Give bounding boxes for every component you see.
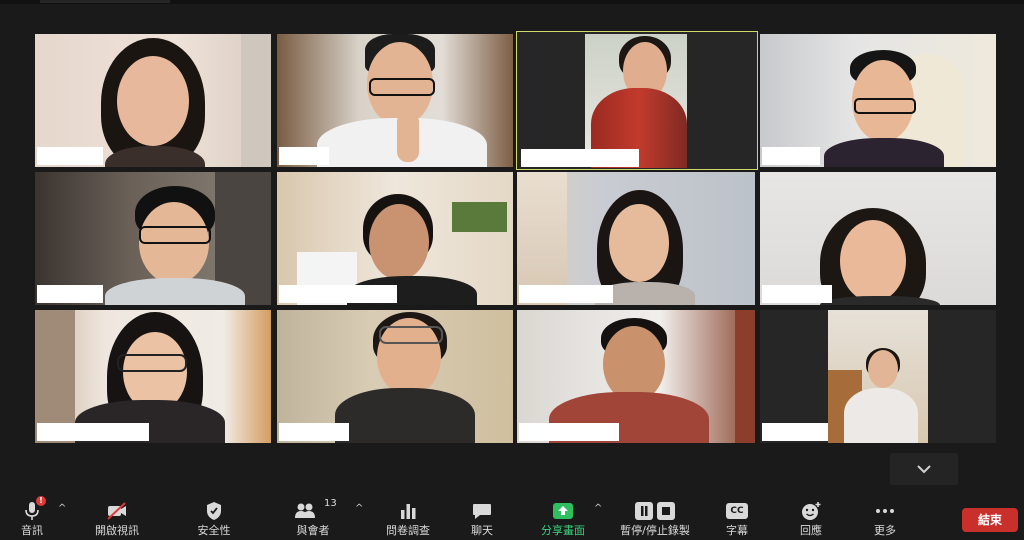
- ellipsis-icon: [876, 509, 894, 513]
- share-label: 分享畫面: [541, 524, 585, 537]
- recording-label: 暫停/停止錄製: [620, 524, 690, 537]
- video-tile-12[interactable]: [760, 310, 996, 443]
- share-screen-icon: [553, 503, 573, 519]
- video-label: 開啟視訊: [95, 524, 139, 537]
- video-tile-6[interactable]: [277, 172, 513, 305]
- participant-name: [762, 147, 820, 165]
- participant-name: [37, 147, 103, 165]
- shield-icon: [207, 502, 221, 520]
- video-off-icon: [107, 502, 126, 520]
- video-tile-5[interactable]: [35, 172, 271, 305]
- audio-warning-badge: !: [36, 496, 46, 506]
- hide-toolbar-button[interactable]: [890, 453, 958, 485]
- video-tile-10[interactable]: [277, 310, 513, 443]
- participants-label: 與會者: [296, 524, 330, 537]
- reactions-label: 回應: [800, 524, 822, 537]
- polls-label: 問卷調查: [386, 524, 430, 537]
- chevron-down-icon: [917, 465, 931, 474]
- participant-name: [279, 423, 349, 441]
- audio-button[interactable]: ! 音訊: [0, 496, 64, 540]
- security-label: 安全性: [197, 524, 231, 537]
- participants-button[interactable]: 13 與會者: [278, 496, 348, 540]
- video-tile-1[interactable]: [35, 34, 271, 167]
- top-bar: [0, 0, 1024, 4]
- participants-count: 13: [324, 498, 337, 509]
- start-video-button[interactable]: 開啟視訊: [82, 496, 152, 540]
- participant-name: [762, 423, 828, 441]
- polls-button[interactable]: 問卷調查: [373, 496, 443, 540]
- audio-options-caret[interactable]: ^: [58, 504, 68, 514]
- chat-button[interactable]: 聊天: [447, 496, 517, 540]
- participant-name: [279, 147, 329, 165]
- video-tile-3-active-speaker[interactable]: [516, 31, 758, 170]
- emoji-add-icon: [802, 502, 821, 520]
- closed-captions-icon: CC: [726, 503, 748, 519]
- chat-icon: [473, 504, 491, 519]
- video-tile-8[interactable]: [760, 172, 996, 305]
- security-button[interactable]: 安全性: [179, 496, 249, 540]
- share-screen-button[interactable]: 分享畫面: [528, 496, 598, 540]
- share-options-caret[interactable]: ^: [594, 504, 604, 514]
- end-meeting-button[interactable]: 結束: [962, 508, 1018, 532]
- bar-chart-icon: [401, 504, 416, 519]
- more-button[interactable]: 更多: [850, 496, 920, 540]
- meeting-toolbar: ! 音訊 ^ 開啟視訊 安全性 13 與會者 ^ 問卷調查 聊天 分享畫面 ^ …: [0, 490, 1024, 540]
- participants-icon: [294, 503, 315, 518]
- video-tile-9[interactable]: [35, 310, 271, 443]
- video-tile-11[interactable]: [517, 310, 755, 443]
- video-tile-4[interactable]: [760, 34, 996, 167]
- captions-button[interactable]: CC 字幕: [702, 496, 772, 540]
- participant-name: [762, 285, 832, 303]
- audio-label: 音訊: [21, 524, 43, 537]
- participants-options-caret[interactable]: ^: [355, 504, 365, 514]
- pause-stop-icon: [635, 502, 675, 520]
- participant-name: [279, 285, 397, 303]
- reactions-button[interactable]: 回應: [776, 496, 846, 540]
- captions-label: 字幕: [726, 524, 748, 537]
- video-tile-7[interactable]: [517, 172, 755, 305]
- more-label: 更多: [874, 524, 896, 537]
- participant-name: [521, 149, 639, 167]
- participant-name: [519, 423, 619, 441]
- recording-controls-button[interactable]: 暫停/停止錄製: [612, 496, 698, 540]
- participant-name: [519, 285, 613, 303]
- chat-label: 聊天: [471, 524, 493, 537]
- participant-name: [37, 423, 149, 441]
- video-tile-2[interactable]: [277, 34, 513, 167]
- participant-name: [37, 285, 103, 303]
